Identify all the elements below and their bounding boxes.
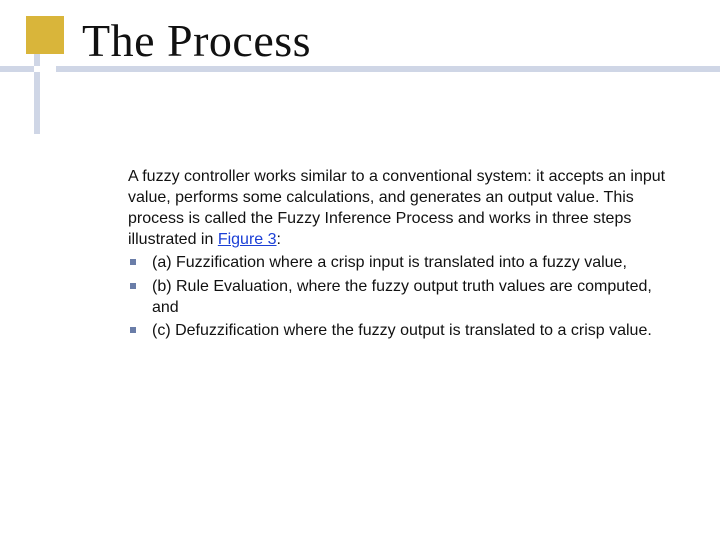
slide: The Process A fuzzy controller works sim…: [0, 0, 720, 540]
accent-bar-left: [0, 66, 38, 72]
accent-gap: [34, 66, 40, 72]
bullet-icon: [130, 327, 136, 333]
figure-link[interactable]: Figure 3: [218, 231, 277, 248]
list-item: (b) Rule Evaluation, where the fuzzy out…: [128, 276, 668, 318]
list-item-text: (a) Fuzzification where a crisp input is…: [152, 254, 627, 271]
intro-suffix: :: [277, 231, 281, 248]
bullet-icon: [130, 283, 136, 289]
bullet-list: (a) Fuzzification where a crisp input is…: [128, 252, 668, 340]
accent-square: [26, 16, 64, 54]
list-item-text: (c) Defuzzification where the fuzzy outp…: [152, 322, 652, 339]
intro-text: A fuzzy controller works similar to a co…: [128, 168, 665, 248]
slide-body: A fuzzy controller works similar to a co…: [128, 166, 668, 341]
intro-paragraph: A fuzzy controller works similar to a co…: [128, 166, 668, 250]
bullet-icon: [130, 259, 136, 265]
slide-title: The Process: [82, 14, 311, 67]
list-item: (a) Fuzzification where a crisp input is…: [128, 252, 668, 273]
list-item: (c) Defuzzification where the fuzzy outp…: [128, 320, 668, 341]
list-item-text: (b) Rule Evaluation, where the fuzzy out…: [152, 278, 652, 316]
